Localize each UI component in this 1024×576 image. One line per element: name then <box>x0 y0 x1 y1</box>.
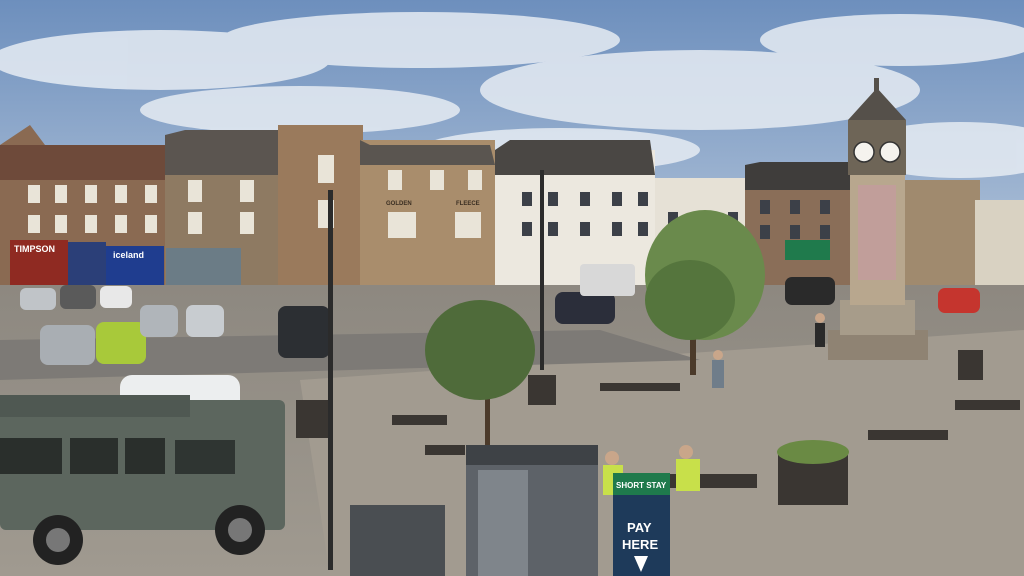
golden-fleece-sign-1: GOLDEN <box>386 201 412 207</box>
clock-face-left-icon <box>853 141 875 163</box>
ticket-machine <box>350 505 445 576</box>
golden-fleece-sign-2: FLEECE <box>456 201 480 207</box>
town-square-photo: TIMPSON iceland GOLDEN FLEECE SHORT STAY… <box>0 0 1024 576</box>
green-shopfront <box>785 240 830 260</box>
parking-sign-here-text: HERE <box>622 537 658 552</box>
iceland-sign: iceland <box>113 250 144 260</box>
clock-face-right-icon <box>879 141 901 163</box>
parking-sign-top-text: SHORT STAY <box>616 481 667 490</box>
phone-kiosk <box>466 445 598 576</box>
parking-sign-pay-text: PAY <box>627 520 652 535</box>
photo-canvas: TIMPSON iceland GOLDEN FLEECE SHORT STAY… <box>0 0 1024 576</box>
timpson-sign: TIMPSON <box>14 244 55 254</box>
